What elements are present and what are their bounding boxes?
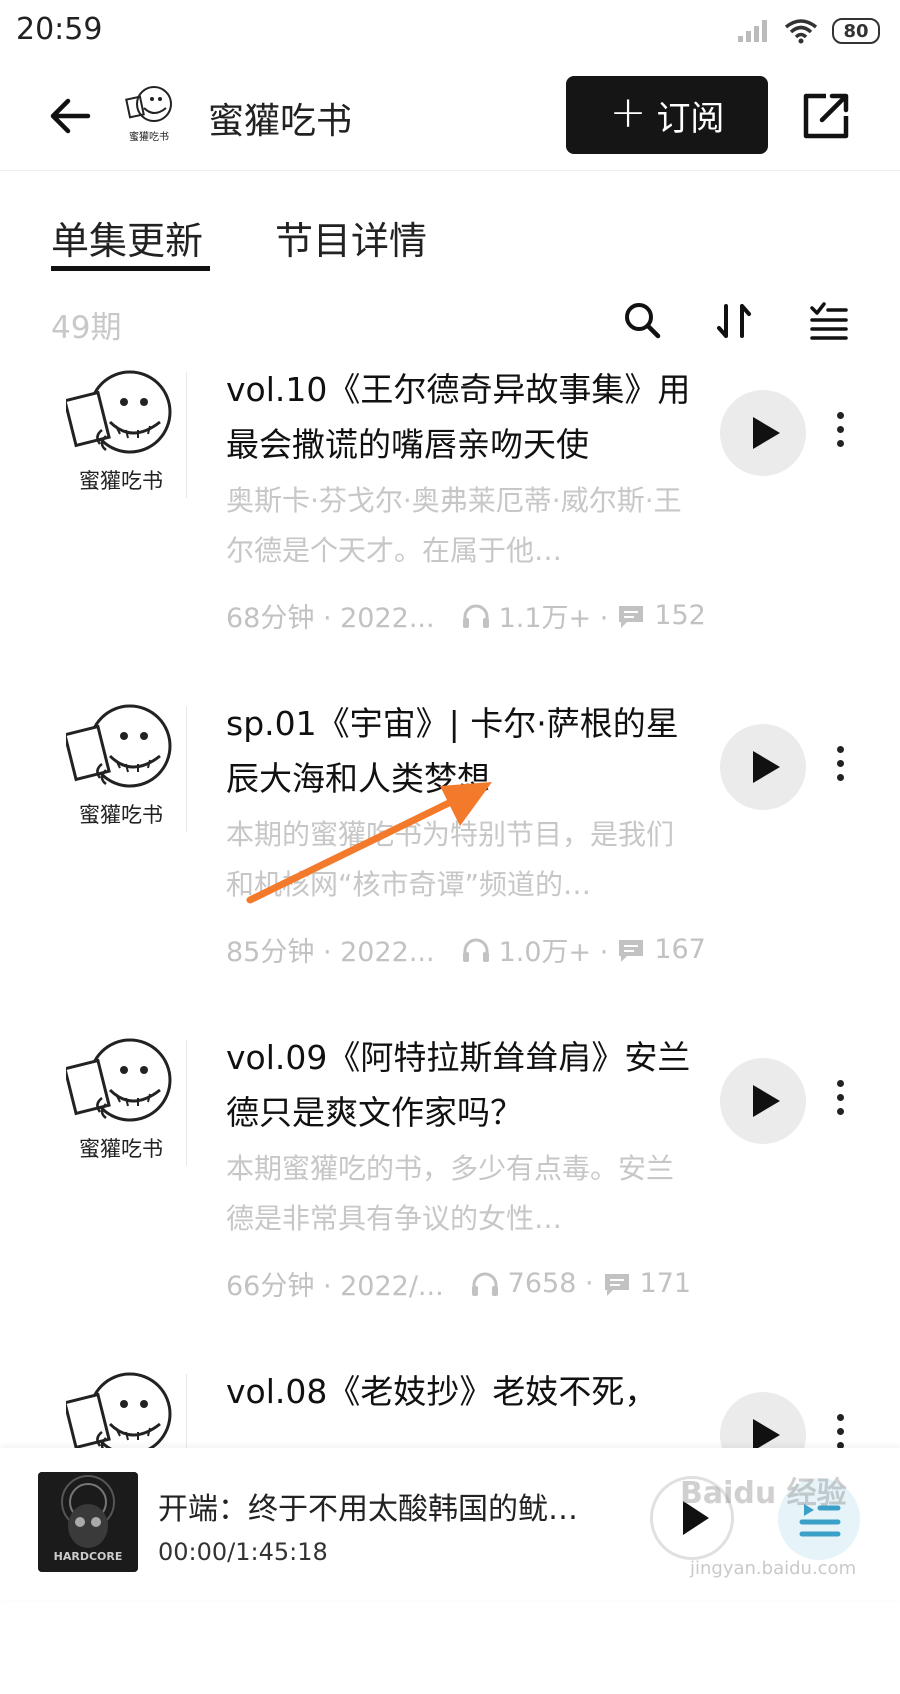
episode-comments: 167 [654, 934, 706, 965]
episode-play-button[interactable] [720, 724, 806, 810]
share-icon[interactable] [800, 90, 852, 142]
status-bar: 20:59 80 [0, 0, 900, 62]
episode-play-button[interactable] [720, 1058, 806, 1144]
search-icon[interactable] [620, 298, 666, 344]
headphones-icon [462, 604, 489, 628]
logo-lettering: 蜜獾吃书 [79, 803, 163, 827]
comment-icon [604, 1273, 629, 1296]
play-icon [753, 751, 780, 783]
episode-plays: 7658 · [507, 1268, 594, 1299]
episode-row[interactable]: 蜜獾吃书 vol.10《王尔德奇异故事集》用最会撒谎的嘴唇亲吻天使 奥斯卡·芬戈… [0, 362, 900, 692]
episode-count: 49期 [51, 310, 122, 346]
subscribe-button[interactable]: + 订阅 [566, 76, 768, 154]
episode-comments: 152 [654, 600, 706, 631]
episode-row[interactable]: 蜜獾吃书 vol.09《阿特拉斯耸耸肩》安兰德只是爽文作家吗？ 本期蜜獾吃的书，… [0, 1030, 900, 1360]
comment-icon [619, 605, 644, 628]
episode-description: 本期的蜜獾吃书为特别节目，是我们和机核网“核市奇谭”频道的… [226, 818, 675, 901]
mini-player-title[interactable]: 开端：终于不用太酸韩国的鱿… [158, 1484, 608, 1528]
page-title: 蜜獾吃书 [208, 101, 353, 142]
divider [186, 372, 187, 498]
logo-lettering: 蜜獾吃书 [79, 469, 163, 493]
header: 蜜獾吃书 蜜獾吃书 + 订阅 [0, 62, 900, 171]
episode-title[interactable]: sp.01《宇宙》| 卡尔·萨根的星辰大海和人类梦想 [226, 696, 696, 806]
cover-lettering: HARDCORE [54, 1550, 123, 1563]
more-options-icon[interactable] [830, 746, 850, 788]
more-options-icon[interactable] [830, 1080, 850, 1122]
divider [186, 706, 187, 832]
headphones-icon [462, 938, 489, 962]
episode-description: 奥斯卡·芬戈尔·奥弗莱厄蒂·威尔斯·王尔德是个天才。在属于他… [226, 484, 682, 567]
signal-icon [738, 20, 767, 42]
episode-cover[interactable]: 蜜獾吃书 [63, 704, 176, 834]
back-arrow-icon[interactable] [44, 90, 96, 142]
mini-player-cover[interactable]: HARDCORE [38, 1472, 138, 1572]
watermark: Baidu 经验 [680, 1476, 847, 1511]
episode-cover[interactable]: 蜜獾吃书 [63, 370, 176, 500]
episode-title[interactable]: vol.10《王尔德奇异故事集》用最会撒谎的嘴唇亲吻天使 [226, 362, 696, 472]
podcast-logo: 蜜獾吃书 [125, 86, 172, 143]
episode-play-button[interactable] [720, 390, 806, 476]
episode-plays: 1.1万+ · [498, 603, 609, 634]
episode-description: 本期蜜獾吃的书，多少有点毒。安兰德是非常具有争议的女性… [226, 1152, 675, 1235]
episode-meta: 66分钟 · 2022/... 7658 · 171 [226, 1264, 726, 1303]
episode-title[interactable]: vol.08《老妓抄》老妓不死， [226, 1364, 696, 1419]
episode-duration: 66分钟 · 2022/... [226, 1271, 444, 1302]
episode-duration: 68分钟 · 2022... [226, 603, 435, 634]
play-icon [753, 417, 780, 449]
tab-active-underline [51, 266, 210, 271]
logo-lettering: 蜜獾吃书 [129, 130, 169, 143]
subscribe-label: 订阅 [656, 98, 725, 139]
comment-icon [619, 939, 644, 962]
multi-select-icon[interactable] [806, 298, 852, 344]
episode-plays: 1.0万+ · [498, 937, 609, 968]
episode-row[interactable]: 蜜獾吃书 sp.01《宇宙》| 卡尔·萨根的星辰大海和人类梦想 本期的蜜獾吃书为… [0, 696, 900, 1026]
tab-episodes[interactable]: 单集更新 [51, 210, 203, 265]
play-icon [753, 1085, 780, 1117]
sort-icon[interactable] [712, 298, 758, 344]
tab-program-details[interactable]: 节目详情 [275, 210, 427, 265]
episode-title[interactable]: vol.09《阿特拉斯耸耸肩》安兰德只是爽文作家吗？ [226, 1030, 696, 1140]
battery-indicator: 80 [832, 18, 880, 44]
episode-meta: 68分钟 · 2022... 1.1万+ · 152 [226, 596, 726, 635]
episode-duration: 85分钟 · 2022... [226, 937, 435, 968]
wifi-icon [784, 19, 818, 44]
divider [186, 1040, 187, 1166]
status-icons: 80 [736, 14, 880, 48]
episode-meta: 85分钟 · 2022... 1.0万+ · 167 [226, 930, 726, 969]
more-options-icon[interactable] [830, 412, 850, 454]
status-time: 20:59 [16, 12, 103, 47]
headphones-icon [471, 1272, 498, 1296]
watermark-url: jingyan.baidu.com [690, 1558, 857, 1579]
episode-cover[interactable]: 蜜獾吃书 [63, 1038, 176, 1168]
plus-icon: + [609, 87, 647, 138]
logo-lettering: 蜜獾吃书 [79, 1137, 163, 1161]
episode-comments: 171 [639, 1268, 692, 1299]
mini-player-time: 00:00/1:45:18 [158, 1538, 328, 1566]
